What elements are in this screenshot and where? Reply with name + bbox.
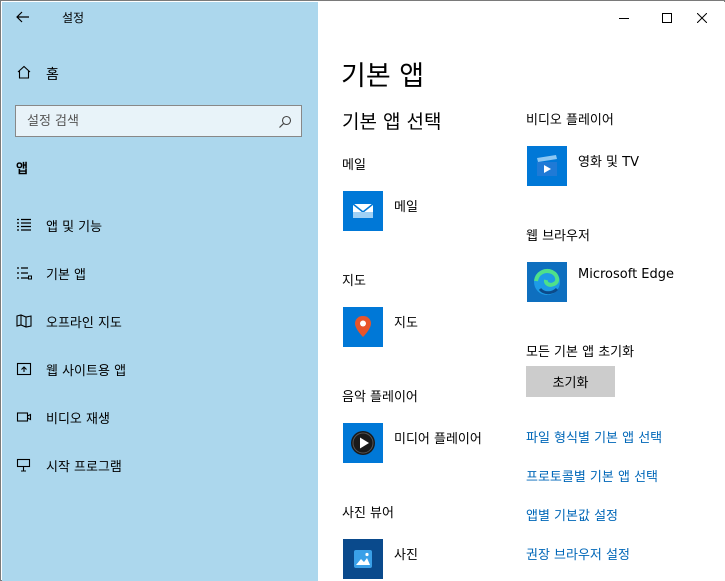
- mail-app-icon: [343, 191, 383, 231]
- settings-window: 설정 홈 앱 앱 및 기능 기본 앱: [0, 0, 725, 581]
- close-button[interactable]: [679, 2, 725, 32]
- arrow-left-icon: [16, 8, 30, 27]
- app-name: 영화 및 TV: [578, 155, 639, 170]
- apps-features-icon: [15, 217, 33, 233]
- sidebar-item-label: 시작 프로그램: [46, 459, 122, 475]
- default-apps-icon: [15, 265, 33, 281]
- home-label: 홈: [46, 67, 59, 83]
- sidebar-item-offline-maps[interactable]: 오프라인 지도: [15, 310, 122, 332]
- link-set-defaults-by-app[interactable]: 앱별 기본값 설정: [526, 505, 618, 524]
- sidebar-item-video-playback[interactable]: 비디오 재생: [15, 406, 110, 428]
- reset-all-defaults-label: 모든 기본 앱 초기화: [526, 345, 635, 360]
- default-app-mail[interactable]: 메일: [343, 191, 418, 231]
- category-heading-maps: 지도: [342, 274, 366, 289]
- video-playback-icon: [15, 409, 33, 425]
- choose-default-apps-heading: 기본 앱 선택: [342, 111, 442, 133]
- link-choose-by-protocol[interactable]: 프로토콜별 기본 앱 선택: [526, 466, 658, 485]
- close-icon: [696, 8, 708, 27]
- window-title: 설정: [62, 11, 85, 25]
- app-name: Microsoft Edge: [578, 267, 675, 282]
- link-recommended-browser-settings[interactable]: 권장 브라우저 설정: [526, 544, 630, 563]
- section-heading-apps: 앱: [16, 162, 28, 177]
- app-name: 지도: [394, 316, 418, 331]
- app-name: 사진: [394, 548, 418, 563]
- default-app-photo-viewer[interactable]: 사진: [343, 539, 418, 579]
- startup-icon: [15, 457, 33, 473]
- offline-maps-icon: [15, 313, 33, 329]
- category-heading-photo-viewer: 사진 뷰어: [342, 506, 394, 521]
- category-heading-video-player: 비디오 플레이어: [526, 113, 614, 128]
- sidebar-item-label: 오프라인 지도: [46, 315, 122, 331]
- default-app-video-player[interactable]: 영화 및 TV: [527, 146, 639, 186]
- search-icon[interactable]: [278, 114, 292, 128]
- apps-for-websites-icon: [15, 361, 33, 377]
- default-app-web-browser[interactable]: Microsoft Edge: [527, 262, 674, 302]
- link-choose-by-file-type[interactable]: 파일 형식별 기본 앱 선택: [526, 427, 662, 446]
- category-heading-music-player: 음악 플레이어: [342, 390, 418, 405]
- app-name: 메일: [394, 200, 418, 215]
- page-title: 기본 앱: [341, 61, 425, 92]
- search-input[interactable]: [27, 113, 267, 129]
- sidebar: 설정 홈 앱 앱 및 기능 기본 앱: [2, 2, 318, 581]
- home-icon: [16, 64, 32, 84]
- maximize-icon: [662, 8, 672, 27]
- sidebar-item-apps-for-websites[interactable]: 웹 사이트용 앱: [15, 358, 126, 380]
- minimize-icon: [619, 8, 629, 27]
- reset-button[interactable]: 초기화: [526, 366, 615, 397]
- sidebar-item-apps-features[interactable]: 앱 및 기능: [15, 214, 102, 236]
- sidebar-item-label: 앱 및 기능: [46, 219, 103, 235]
- category-heading-mail: 메일: [342, 158, 366, 173]
- minimize-button[interactable]: [601, 2, 647, 32]
- sidebar-item-label: 웹 사이트용 앱: [46, 363, 127, 379]
- photos-app-icon: [343, 539, 383, 579]
- default-app-maps[interactable]: 지도: [343, 307, 418, 347]
- category-heading-web-browser: 웹 브라우저: [526, 229, 590, 244]
- sidebar-item-startup[interactable]: 시작 프로그램: [15, 454, 122, 476]
- media-player-icon: [343, 423, 383, 463]
- edge-icon: [527, 262, 567, 302]
- default-app-music-player[interactable]: 미디어 플레이어: [343, 423, 482, 463]
- sidebar-item-default-apps[interactable]: 기본 앱: [15, 262, 86, 284]
- back-button[interactable]: [6, 2, 40, 32]
- sidebar-item-label: 비디오 재생: [46, 411, 110, 427]
- home-nav-item[interactable]: 홈: [16, 62, 59, 86]
- movies-tv-icon: [527, 146, 567, 186]
- sidebar-item-label: 기본 앱: [46, 267, 87, 283]
- app-name: 미디어 플레이어: [394, 432, 482, 447]
- main-panel: 기본 앱 기본 앱 선택 메일 메일 지도 지도 음악 플레이어 미디어 플레이…: [318, 2, 725, 581]
- search-box[interactable]: [15, 105, 302, 137]
- maps-app-icon: [343, 307, 383, 347]
